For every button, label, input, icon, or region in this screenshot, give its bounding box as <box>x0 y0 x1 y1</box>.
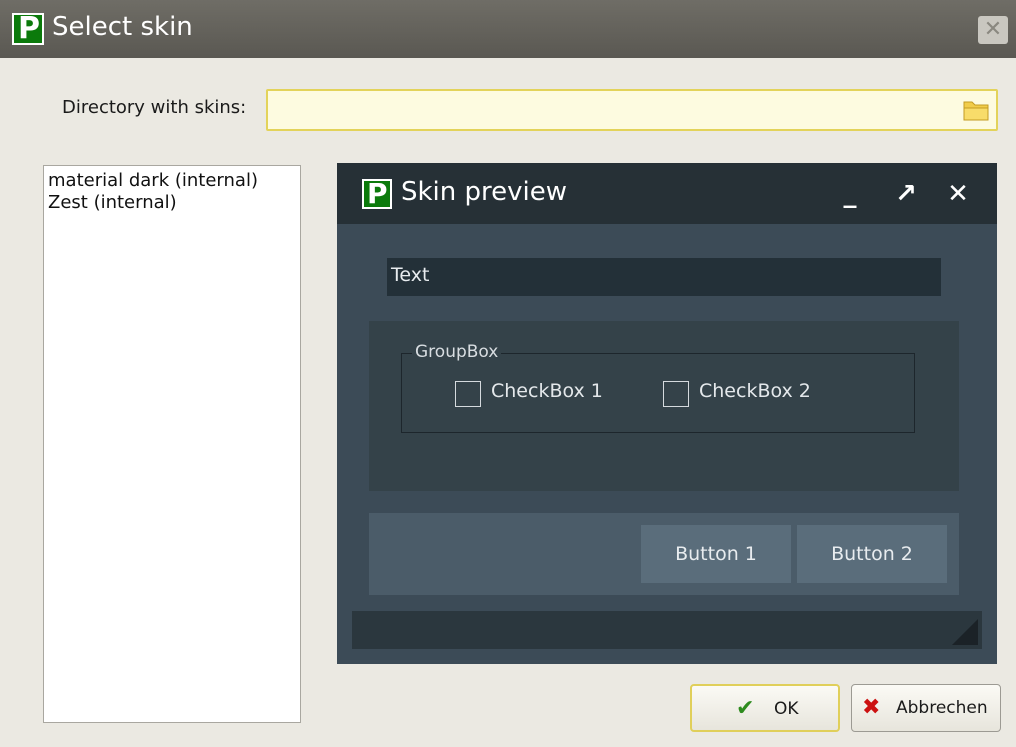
maximize-icon[interactable]: ↗ <box>891 177 921 211</box>
skin-list[interactable]: material dark (internal) Zest (internal) <box>43 165 301 723</box>
checkbox-label: CheckBox 2 <box>699 380 811 402</box>
preview-titlebar: P Skin preview _ ↗ ✕ <box>337 163 997 224</box>
app-logo-icon: P <box>12 11 44 46</box>
preview-logo-icon: P <box>362 177 392 210</box>
preview-button-bar: Button 1 Button 2 <box>369 513 959 595</box>
cancel-label: Abbrechen <box>896 698 988 718</box>
checkbox-box[interactable] <box>663 381 689 407</box>
ok-label: OK <box>774 699 799 719</box>
preview-text-field[interactable]: Text <box>387 258 941 296</box>
x-icon: ✖ <box>862 695 881 720</box>
close-icon[interactable]: ✕ <box>943 177 973 211</box>
preview-title: Skin preview <box>401 177 568 207</box>
titlebar: P Select skin ✕ <box>0 0 1016 58</box>
preview-button-1[interactable]: Button 1 <box>641 525 791 583</box>
checkbox-label: CheckBox 1 <box>491 380 603 402</box>
window-title: Select skin <box>52 12 193 42</box>
skin-preview-window: P Skin preview _ ↗ ✕ Text GroupBox Check… <box>337 163 997 664</box>
checkmark-icon: ✔ <box>736 696 755 721</box>
folder-icon[interactable] <box>962 96 990 122</box>
resize-grip-icon[interactable] <box>952 619 978 645</box>
directory-input[interactable] <box>266 89 998 131</box>
preview-panel: GroupBox CheckBox 1 CheckBox 2 <box>369 321 959 491</box>
minimize-icon[interactable]: _ <box>835 177 865 211</box>
window-close-button[interactable]: ✕ <box>978 16 1008 44</box>
preview-statusbar <box>352 611 982 649</box>
ok-button[interactable]: ✔ OK <box>690 684 840 732</box>
groupbox: GroupBox CheckBox 1 CheckBox 2 <box>401 342 915 433</box>
cancel-button[interactable]: ✖ Abbrechen <box>851 684 1001 732</box>
groupbox-title: GroupBox <box>412 342 502 362</box>
skin-list-item[interactable]: Zest (internal) <box>48 192 296 214</box>
checkbox-box[interactable] <box>455 381 481 407</box>
preview-button-2[interactable]: Button 2 <box>797 525 947 583</box>
skin-list-item[interactable]: material dark (internal) <box>48 170 296 192</box>
directory-label: Directory with skins: <box>62 97 247 118</box>
